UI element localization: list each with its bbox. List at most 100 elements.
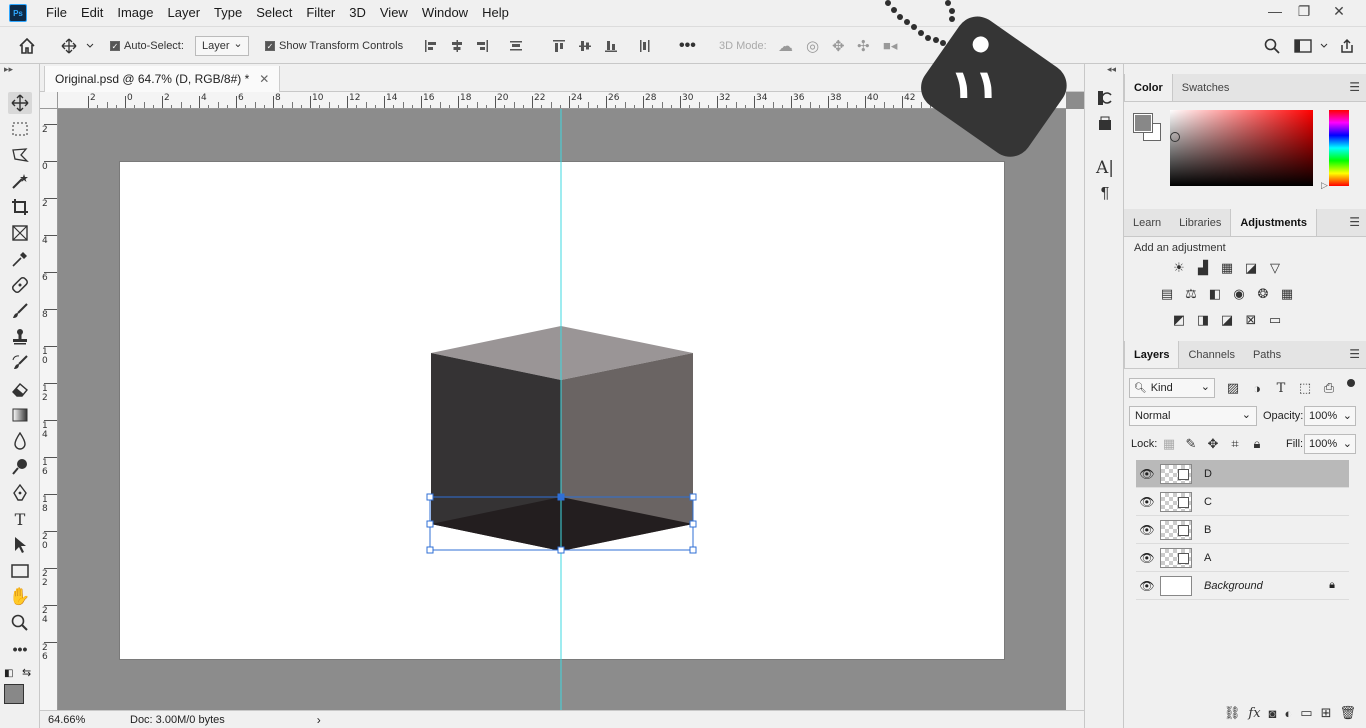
layer-name[interactable]: B	[1204, 524, 1211, 536]
visibility-eye-icon[interactable]: 👁︎	[1136, 495, 1158, 509]
lock-artboard-icon[interactable]: ⌗	[1226, 436, 1244, 452]
hue-slider-handle[interactable]: ▷	[1321, 180, 1328, 191]
filter-adjustment-icon[interactable]: ◑	[1248, 380, 1266, 396]
menu-image[interactable]: Image	[110, 0, 160, 26]
align-bottom-icon[interactable]	[604, 27, 618, 65]
opacity-field[interactable]: 100% ⌄	[1304, 406, 1356, 426]
color-picker-cursor[interactable]	[1170, 132, 1180, 142]
status-menu-icon[interactable]: ›	[317, 713, 321, 727]
zoom-level[interactable]: 64.66%	[48, 714, 110, 726]
tab-learn[interactable]: Learn	[1124, 209, 1170, 236]
layer-name[interactable]: Background	[1204, 580, 1263, 592]
close-button[interactable]: ✕	[1322, 0, 1356, 22]
show-transform-checkbox[interactable]: ✓ Show Transform Controls	[265, 27, 403, 65]
rectangle-tool-icon[interactable]	[8, 560, 32, 582]
lock-transparent-icon[interactable]: ▦	[1160, 436, 1178, 452]
path-selection-tool-icon[interactable]	[8, 534, 32, 556]
align-top-icon[interactable]	[552, 27, 566, 65]
swap-colors-icon[interactable]: ⇆	[22, 666, 31, 679]
3d-orbit-icon[interactable]: ☁	[778, 27, 793, 65]
tab-paths[interactable]: Paths	[1244, 341, 1290, 368]
align-left-icon[interactable]	[424, 27, 438, 65]
new-adjustment-icon[interactable]: ◐	[1284, 706, 1292, 721]
align-horizontal-center-icon[interactable]	[450, 27, 464, 65]
layer-row[interactable]: 👁︎ Background 🔒︎	[1136, 572, 1349, 600]
tab-adjustments[interactable]: Adjustments	[1230, 209, 1317, 236]
zoom-tool-icon[interactable]	[8, 612, 32, 634]
move-tool-icon[interactable]	[8, 92, 32, 114]
history-brush-tool-icon[interactable]	[8, 352, 32, 374]
lock-position-icon[interactable]: ✥	[1204, 436, 1222, 452]
menu-type[interactable]: Type	[207, 0, 249, 26]
brightness-contrast-icon[interactable]: ☀	[1170, 260, 1188, 276]
menu-layer[interactable]: Layer	[161, 0, 208, 26]
layer-filter-dropdown[interactable]: 🔍︎ Kind ⌄	[1129, 378, 1215, 398]
fx-icon[interactable]: fx	[1248, 706, 1260, 721]
layer-name[interactable]: C	[1204, 496, 1212, 508]
menu-file[interactable]: File	[39, 0, 74, 26]
restore-button[interactable]: ❐	[1287, 0, 1321, 22]
home-icon[interactable]	[18, 27, 36, 65]
menu-3d[interactable]: 3D	[342, 0, 373, 26]
menu-view[interactable]: View	[373, 0, 415, 26]
distribute-icon[interactable]	[509, 27, 523, 65]
menu-help[interactable]: Help	[475, 0, 516, 26]
blur-tool-icon[interactable]	[8, 430, 32, 452]
gradient-tool-icon[interactable]	[8, 404, 32, 426]
tab-swatches[interactable]: Swatches	[1173, 74, 1239, 101]
tab-channels[interactable]: Channels	[1179, 341, 1243, 368]
auto-select-dropdown[interactable]: Layer	[195, 36, 249, 56]
visibility-eye-icon[interactable]: 👁︎	[1136, 579, 1158, 593]
fill-field[interactable]: 100% ⌄	[1304, 434, 1356, 454]
color-fg-swatch[interactable]	[1133, 113, 1153, 133]
color-field[interactable]	[1170, 110, 1313, 186]
tab-layers[interactable]: Layers	[1124, 341, 1180, 368]
edit-toolbar-icon[interactable]: •••	[8, 638, 32, 660]
posterize-icon[interactable]: ◨	[1194, 312, 1212, 328]
frame-tool-icon[interactable]	[8, 222, 32, 244]
layer-row[interactable]: 👁︎ A	[1136, 544, 1349, 572]
threshold-icon[interactable]: ◪	[1218, 312, 1236, 328]
hue-saturation-icon[interactable]: ▤	[1158, 286, 1176, 302]
history-panel-icon[interactable]	[1095, 88, 1115, 108]
tab-libraries[interactable]: Libraries	[1170, 209, 1230, 236]
collapse-dock-icon[interactable]: ◂◂	[1107, 64, 1116, 75]
blend-mode-dropdown[interactable]: Normal ⌄	[1129, 406, 1257, 426]
healing-brush-tool-icon[interactable]	[8, 274, 32, 296]
auto-select-checkbox[interactable]: ✓ Auto-Select:	[110, 27, 184, 65]
properties-panel-icon[interactable]	[1095, 114, 1115, 134]
canvas-viewport[interactable]	[58, 109, 1066, 710]
brush-tool-icon[interactable]	[8, 300, 32, 322]
new-layer-icon[interactable]: ⊞	[1321, 705, 1332, 721]
tab-color[interactable]: Color	[1124, 74, 1173, 101]
hand-tool-icon[interactable]: ✋	[8, 586, 32, 608]
magic-wand-tool-icon[interactable]	[8, 170, 32, 192]
3d-slide-icon[interactable]: ✣	[857, 27, 870, 65]
color-balance-icon[interactable]: ⚖	[1182, 286, 1200, 302]
vibrance-icon[interactable]: ▽	[1266, 260, 1284, 276]
curves-icon[interactable]: ▦	[1218, 260, 1236, 276]
filter-toggle-icon[interactable]	[1347, 379, 1355, 387]
black-white-icon[interactable]: ◧	[1206, 286, 1224, 302]
type-tool-icon[interactable]: T	[8, 508, 32, 530]
align-right-icon[interactable]	[475, 27, 489, 65]
lasso-tool-icon[interactable]	[8, 144, 32, 166]
visibility-eye-icon[interactable]: 👁︎	[1136, 523, 1158, 537]
selective-color-icon[interactable]: ⊠	[1242, 312, 1260, 328]
eyedropper-tool-icon[interactable]	[8, 248, 32, 270]
color-lookup-icon[interactable]: ▦	[1278, 286, 1296, 302]
filter-type-icon[interactable]: T	[1272, 380, 1290, 396]
foreground-color-swatch[interactable]	[4, 684, 24, 704]
layers-panel-menu-icon[interactable]: ☰	[1349, 347, 1360, 361]
levels-icon[interactable]: ▟	[1194, 260, 1212, 276]
search-icon[interactable]	[1264, 27, 1280, 65]
vertical-scrollbar[interactable]	[1066, 109, 1084, 710]
layer-row[interactable]: 👁︎ C	[1136, 488, 1349, 516]
menu-filter[interactable]: Filter	[299, 0, 342, 26]
delete-layer-icon[interactable]: 🗑︎	[1339, 705, 1356, 721]
menu-window[interactable]: Window	[415, 0, 475, 26]
paragraph-panel-icon[interactable]: ¶	[1095, 184, 1115, 204]
default-colors-icon[interactable]: ◧	[4, 668, 13, 679]
3d-roll-icon[interactable]: ◎	[806, 27, 819, 65]
adjustments-panel-menu-icon[interactable]: ☰	[1349, 215, 1360, 229]
